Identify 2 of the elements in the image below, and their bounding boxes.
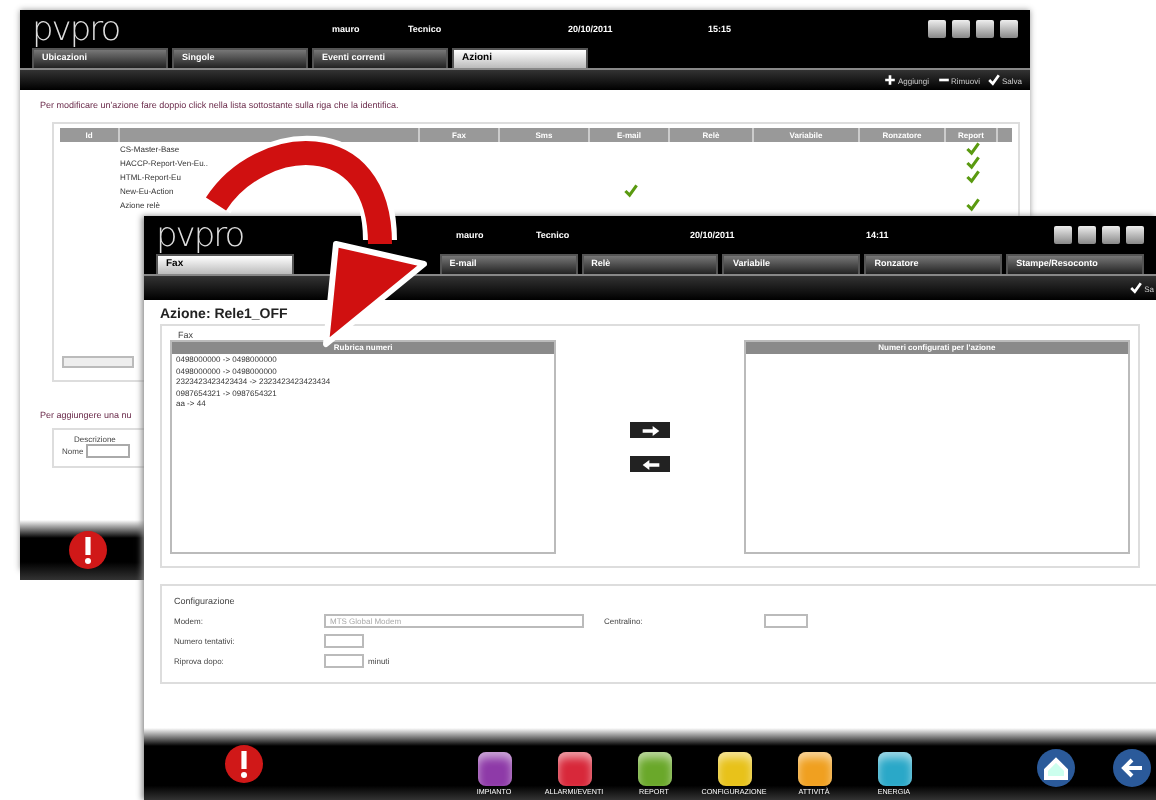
logo: pvpro — [32, 9, 122, 49]
logo: pvpro — [156, 216, 246, 255]
